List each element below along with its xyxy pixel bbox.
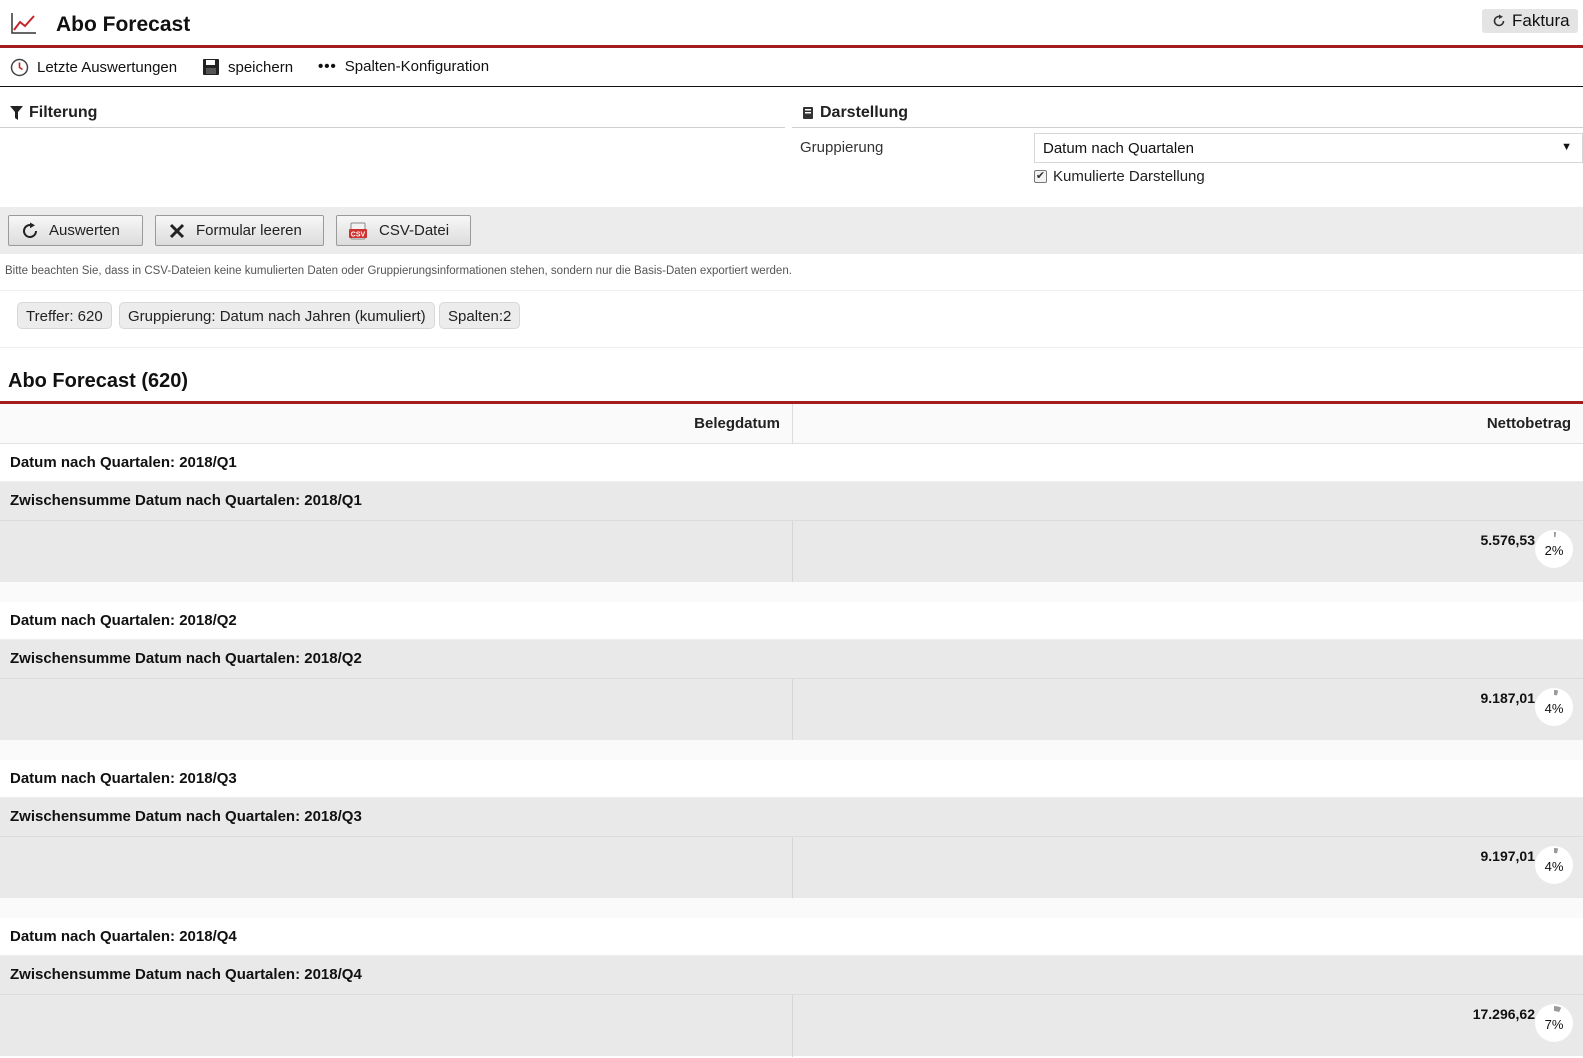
percent-pie-indicator: 4% — [1535, 688, 1573, 726]
csv-note: Bitte beachten Sie, dass in CSV-Dateien … — [5, 265, 792, 277]
refresh-icon — [1493, 14, 1505, 27]
subtotal-amount: 9.197,01 — [1480, 848, 1536, 864]
csv-export-label: CSV-Datei — [379, 222, 450, 239]
column-header-nettobetrag[interactable]: Nettobetrag — [793, 404, 1583, 444]
percent-label: 4% — [1544, 701, 1564, 716]
cumulative-checkbox[interactable]: ✔ — [1034, 170, 1047, 183]
action-button-bar: Auswerten Formular leeren CSV CSV-Datei — [0, 207, 1583, 254]
grouping-select[interactable]: Datum nach Quartalen ▼ — [1034, 133, 1583, 163]
percent-label: 7% — [1544, 1017, 1564, 1032]
summary-badges: Treffer: 620 Gruppierung: Datum nach Jah… — [0, 290, 1583, 348]
subtotal-header-row: Zwischensumme Datum nach Quartalen: 2018… — [0, 482, 1583, 520]
page-title: Abo Forecast — [56, 13, 191, 36]
cumulative-label: Kumulierte Darstellung — [1053, 168, 1205, 185]
book-icon — [803, 107, 813, 119]
group-header-row[interactable]: Datum nach Quartalen: 2018/Q2 — [0, 602, 1583, 640]
grouping-badge: Gruppierung: Datum nach Jahren (kumulier… — [119, 302, 435, 329]
refresh-icon — [23, 222, 37, 238]
faktura-label: Faktura — [1512, 11, 1570, 30]
percent-pie-indicator: 7% — [1535, 1004, 1573, 1042]
evaluate-button[interactable]: Auswerten — [8, 215, 143, 246]
cumulative-checkbox-row[interactable]: ✔ Kumulierte Darstellung — [1034, 168, 1205, 185]
report-title: Abo Forecast (620) — [8, 370, 189, 392]
column-header-belegdatum[interactable]: Belegdatum — [0, 404, 793, 444]
filter-divider — [0, 127, 785, 128]
display-divider — [792, 127, 1583, 128]
percent-pie-indicator: 4% — [1535, 846, 1573, 884]
csv-export-button[interactable]: CSV CSV-Datei — [336, 215, 471, 246]
clear-form-label: Formular leeren — [196, 222, 302, 239]
columns-badge: Spalten:2 — [439, 302, 521, 329]
grouping-label: Gruppierung — [800, 139, 884, 156]
subtotal-value-row: 9.197,01 4% — [0, 836, 1583, 899]
csv-file-icon: CSV — [349, 222, 367, 239]
grouping-select-value: Datum nach Quartalen — [1043, 140, 1194, 157]
group-spacer — [0, 582, 1583, 602]
clock-icon — [10, 58, 29, 77]
floppy-disk-icon — [203, 59, 219, 75]
subtotal-amount: 9.187,01 — [1480, 690, 1536, 706]
subtotal-value-row: 9.187,01 4% — [0, 678, 1583, 741]
subtotal-amount: 17.296,62 — [1472, 1006, 1535, 1022]
column-divider — [792, 521, 793, 583]
subtotal-header-row: Zwischensumme Datum nach Quartalen: 2018… — [0, 640, 1583, 678]
faktura-button[interactable]: Faktura — [1482, 9, 1578, 33]
save-button[interactable]: speichern — [202, 58, 293, 76]
recent-evaluations-label: Letzte Auswertungen — [37, 59, 178, 76]
evaluate-label: Auswerten — [49, 222, 120, 239]
close-icon — [169, 223, 185, 238]
filter-title: Filterung — [29, 104, 98, 121]
column-configuration-button[interactable]: ••• Spalten-Konfiguration — [318, 58, 489, 75]
more-dots-icon: ••• — [318, 58, 337, 75]
svg-text:CSV: CSV — [351, 231, 366, 238]
column-divider — [792, 995, 793, 1057]
table-header: Belegdatum Nettobetrag — [0, 404, 1583, 444]
group-header-row[interactable]: Datum nach Quartalen: 2018/Q3 — [0, 760, 1583, 798]
display-section-header[interactable]: Darstellung — [802, 104, 908, 122]
dropdown-arrow-icon: ▼ — [1561, 141, 1572, 153]
group-spacer — [0, 740, 1583, 760]
subtotal-amount: 5.576,53 — [1480, 532, 1536, 548]
line-chart-icon — [11, 13, 36, 34]
subtotal-value-row: 5.576,53 2% — [0, 520, 1583, 583]
recent-evaluations-button[interactable]: Letzte Auswertungen — [10, 58, 177, 77]
column-divider — [792, 837, 793, 899]
display-title: Darstellung — [820, 104, 909, 121]
hits-badge: Treffer: 620 — [17, 302, 112, 329]
percent-label: 2% — [1544, 543, 1564, 558]
title-bar: Abo Forecast Faktura — [0, 0, 1583, 48]
group-header-row[interactable]: Datum nach Quartalen: 2018/Q4 — [0, 918, 1583, 956]
toolbar: Letzte Auswertungen speichern ••• Spalte… — [0, 49, 1583, 87]
funnel-icon — [10, 106, 23, 120]
subtotal-header-row: Zwischensumme Datum nach Quartalen: 2018… — [0, 798, 1583, 836]
filter-section-header[interactable]: Filterung — [10, 104, 97, 122]
save-label: speichern — [228, 58, 294, 76]
subtotal-header-row: Zwischensumme Datum nach Quartalen: 2018… — [0, 956, 1583, 994]
clear-form-button[interactable]: Formular leeren — [155, 215, 324, 246]
column-divider — [792, 679, 793, 741]
percent-pie-indicator: 2% — [1535, 530, 1573, 568]
column-configuration-label: Spalten-Konfiguration — [344, 58, 490, 75]
subtotal-value-row: 17.296,62 7% — [0, 994, 1583, 1057]
group-spacer — [0, 898, 1583, 918]
group-header-row[interactable]: Datum nach Quartalen: 2018/Q1 — [0, 444, 1583, 482]
percent-label: 4% — [1544, 859, 1564, 874]
